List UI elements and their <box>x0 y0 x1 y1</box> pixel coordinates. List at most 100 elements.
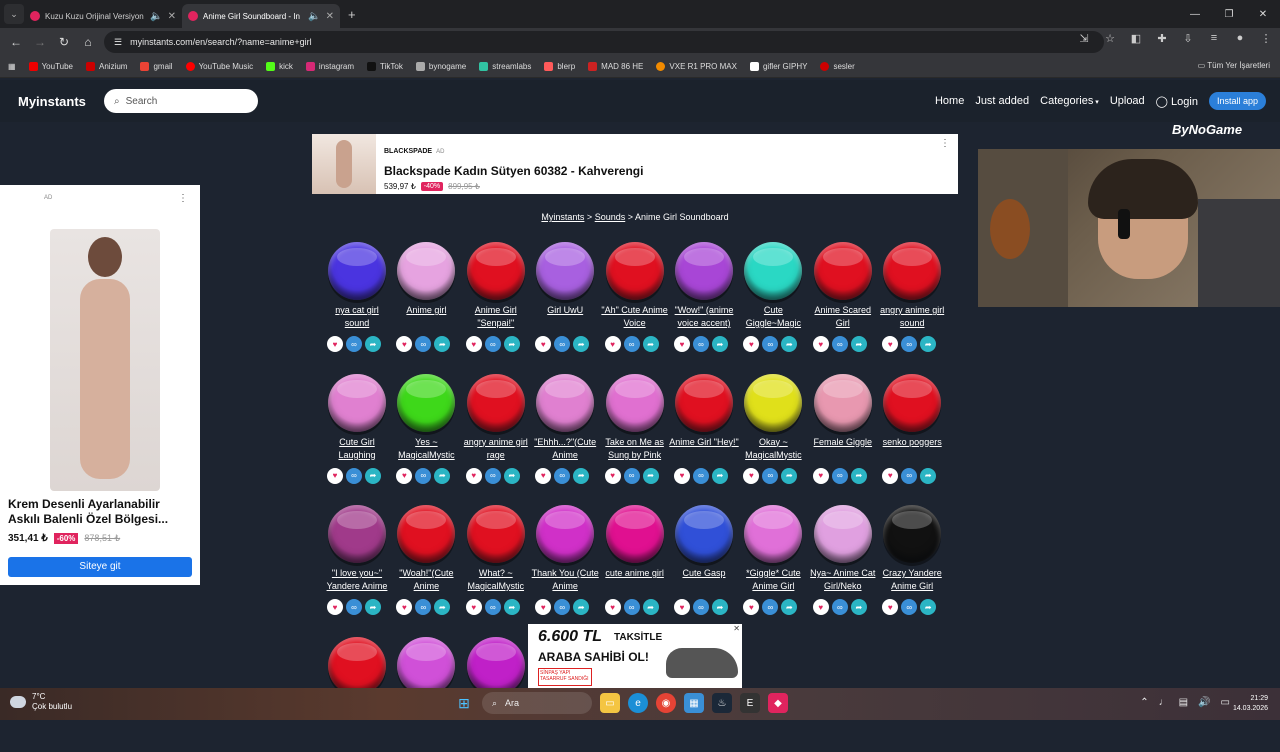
play-sound-button[interactable] <box>883 373 942 432</box>
sound-title-link[interactable]: Okay ~ MagicalMystic <box>738 436 808 462</box>
play-sound-button[interactable] <box>466 373 525 432</box>
share-icon[interactable]: ➦ <box>503 336 520 352</box>
new-tab-icon[interactable]: + <box>348 7 356 22</box>
extension-icon[interactable]: ◧ <box>1128 32 1144 45</box>
share-icon[interactable]: ➦ <box>850 467 867 484</box>
sound-title-link[interactable]: Anime Girl "Hey!" <box>669 436 739 462</box>
install-app-button[interactable]: Install app <box>1208 92 1266 110</box>
close-window-icon[interactable]: ✕ <box>1246 0 1280 28</box>
media-icon[interactable]: ≡ <box>1206 32 1222 45</box>
heart-icon[interactable]: ♥ <box>327 467 343 484</box>
link-icon[interactable]: ∞ <box>901 336 918 352</box>
heart-icon[interactable]: ♥ <box>604 599 621 615</box>
heart-icon[interactable]: ♥ <box>882 467 899 484</box>
restore-icon[interactable]: ❐ <box>1212 0 1246 28</box>
bookmark-youtube-music[interactable]: YouTube Music <box>185 62 253 71</box>
heart-icon[interactable]: ♥ <box>604 336 621 352</box>
sound-title-link[interactable]: angry anime girl sound <box>877 304 947 330</box>
mute-icon[interactable]: 🔈 <box>308 11 320 22</box>
ad-close-icon[interactable]: ✕ <box>733 624 740 633</box>
app-icon[interactable]: ◆ <box>768 693 788 713</box>
link-icon[interactable]: ∞ <box>901 599 918 615</box>
heart-icon[interactable]: ♥ <box>396 467 413 484</box>
play-sound-button[interactable] <box>605 505 664 563</box>
link-icon[interactable]: ∞ <box>554 336 571 352</box>
windows-start-icon[interactable]: ⊞ <box>454 693 474 713</box>
sound-title-link[interactable]: Crazy Yandere Anime Girl <box>877 567 947 593</box>
play-sound-button[interactable] <box>744 505 803 563</box>
sound-title-link[interactable]: Anime Girl "Senpai!" <box>461 304 531 330</box>
sound-title-link[interactable]: "Ehhh...?"(Cute Anime <box>530 436 600 462</box>
apps-icon[interactable]: ▦ <box>8 62 16 71</box>
side-banner-ad[interactable]: AD ⋮ Krem Desenli Ayarlanabilir Askılı B… <box>0 185 200 585</box>
all-bookmarks-folder[interactable]: ▭ Tüm Yer İşaretleri <box>1198 61 1270 70</box>
site-info-icon[interactable]: ☰ <box>114 37 122 48</box>
link-icon[interactable]: ∞ <box>831 599 848 615</box>
breadcrumb-home[interactable]: Myinstants <box>541 212 584 222</box>
share-icon[interactable]: ➦ <box>781 467 798 484</box>
back-icon[interactable]: ← <box>4 35 28 49</box>
play-sound-button[interactable] <box>466 636 525 695</box>
sound-title-link[interactable]: Thank You (Cute Anime <box>530 567 600 593</box>
link-icon[interactable]: ∞ <box>346 336 362 352</box>
sound-title-link[interactable]: "I love you~" Yandere Anime <box>322 567 392 593</box>
link-icon[interactable]: ∞ <box>901 467 918 484</box>
nav-upload[interactable]: Upload <box>1110 95 1145 107</box>
sound-title-link[interactable]: What? ~ MagicalMystic <box>461 567 531 593</box>
play-sound-button[interactable] <box>536 505 595 563</box>
search-input[interactable]: ⌕ Search <box>104 89 258 113</box>
heart-icon[interactable]: ♥ <box>465 336 482 352</box>
ad-cta-button[interactable]: Siteye git <box>8 557 192 577</box>
puzzle-icon[interactable]: ✚ <box>1154 32 1170 45</box>
top-banner-ad[interactable]: BLACKSPADE AD Blackspade Kadın Sütyen 603… <box>312 134 958 194</box>
play-sound-button[interactable] <box>605 242 664 300</box>
play-sound-button[interactable] <box>328 242 386 300</box>
heart-icon[interactable]: ♥ <box>535 467 552 484</box>
link-icon[interactable]: ∞ <box>762 599 779 615</box>
nav-login[interactable]: ◯ Login <box>1156 95 1198 108</box>
share-icon[interactable]: ➦ <box>920 467 937 484</box>
link-icon[interactable]: ∞ <box>623 336 640 352</box>
link-icon[interactable]: ∞ <box>831 336 848 352</box>
sound-title-link[interactable]: Nya~ Anime Cat Girl/Neko <box>808 567 878 593</box>
link-icon[interactable]: ∞ <box>623 467 640 484</box>
sound-title-link[interactable]: Cute Giggle~Magic <box>738 304 808 330</box>
link-icon[interactable]: ∞ <box>693 467 709 484</box>
sound-title-link[interactable]: Yes ~ MagicalMystic <box>391 436 461 462</box>
share-icon[interactable]: ➦ <box>503 467 520 484</box>
share-icon[interactable]: ➦ <box>503 599 520 615</box>
play-sound-button[interactable] <box>536 242 595 300</box>
link-icon[interactable]: ∞ <box>415 599 432 615</box>
share-icon[interactable]: ➦ <box>434 599 451 615</box>
heart-icon[interactable]: ♥ <box>743 336 760 352</box>
play-sound-button[interactable] <box>813 242 872 300</box>
link-icon[interactable]: ∞ <box>554 467 571 484</box>
share-icon[interactable]: ➦ <box>573 467 590 484</box>
bookmark-sesler[interactable]: sesler <box>820 62 855 71</box>
install-icon[interactable]: ⇲ <box>1076 32 1092 45</box>
sound-title-link[interactable]: Anime girl <box>391 304 461 330</box>
bookmark-youtube[interactable]: YouTube <box>28 62 73 71</box>
sound-title-link[interactable]: Cute Girl Laughing <box>322 436 392 462</box>
share-icon[interactable]: ➦ <box>850 599 867 615</box>
bookmark-tiktok[interactable]: TikTok <box>367 62 403 71</box>
share-icon[interactable]: ➦ <box>642 336 659 352</box>
epic-games-icon[interactable]: E <box>740 693 760 713</box>
link-icon[interactable]: ∞ <box>484 336 501 352</box>
minimize-icon[interactable]: — <box>1178 0 1212 28</box>
link-icon[interactable]: ∞ <box>831 467 848 484</box>
link-icon[interactable]: ∞ <box>693 336 709 352</box>
heart-icon[interactable]: ♥ <box>327 336 343 352</box>
share-icon[interactable]: ➦ <box>920 336 937 352</box>
sound-title-link[interactable]: angry anime girl rage <box>461 436 531 462</box>
link-icon[interactable]: ∞ <box>693 599 709 615</box>
sound-title-link[interactable]: Cute Gasp <box>669 567 739 593</box>
share-icon[interactable]: ➦ <box>365 599 381 615</box>
close-tab-icon[interactable]: ✕ <box>168 11 176 22</box>
heart-icon[interactable]: ♥ <box>882 336 899 352</box>
link-icon[interactable]: ∞ <box>484 467 501 484</box>
play-sound-button[interactable] <box>813 505 872 563</box>
play-sound-button[interactable] <box>675 242 733 300</box>
nav-just-added[interactable]: Just added <box>975 95 1029 107</box>
heart-icon[interactable]: ♥ <box>327 599 343 615</box>
